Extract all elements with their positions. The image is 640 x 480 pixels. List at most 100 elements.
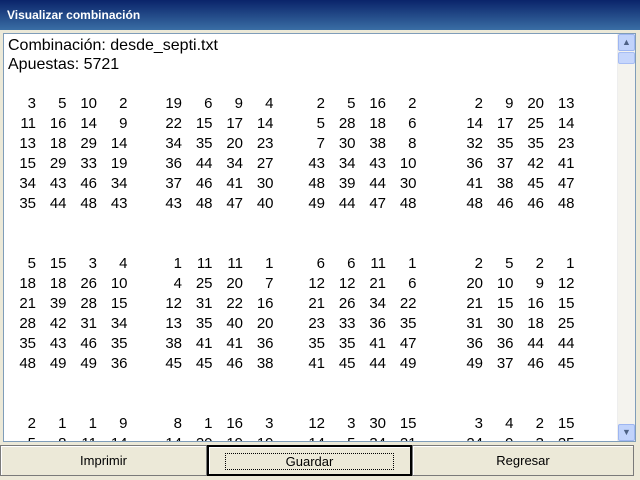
bet-number: 49 <box>399 355 417 372</box>
bet-number: 22 <box>165 115 182 132</box>
bet-number: 47 <box>369 195 386 212</box>
bet-number: 41 <box>308 355 325 372</box>
bet-number: 41 <box>226 335 243 352</box>
bet-number: 35 <box>19 335 36 352</box>
bet-number: 1 <box>58 415 67 432</box>
bet-number: 22 <box>226 295 243 312</box>
bet-number: 16 <box>226 415 243 432</box>
bet-number: 36 <box>466 155 483 172</box>
save-button[interactable]: Guardar <box>207 445 412 476</box>
bet-number: 48 <box>308 175 325 192</box>
bet-number: 9 <box>119 115 128 132</box>
bet-number: 5 <box>316 115 325 132</box>
bet-number: 44 <box>369 175 386 192</box>
bet-number: 14 <box>80 115 97 132</box>
bet-number: 34 <box>226 155 243 172</box>
bet-number: 1 <box>88 415 97 432</box>
bet-number: 11 <box>227 255 243 272</box>
bet-number: 36 <box>165 155 182 172</box>
combination-line: Combinación: desde_septi.txt <box>8 37 218 54</box>
bet-number: 14 <box>162 434 182 441</box>
bet-number: 18 <box>527 315 544 332</box>
bet-number: 35 <box>195 135 213 152</box>
bet-number: 14 <box>108 434 128 441</box>
bet-number: 17 <box>496 115 514 132</box>
bet-number: 30 <box>369 415 386 432</box>
bet-number: 18 <box>49 135 67 152</box>
bet-number: 28 <box>338 115 356 132</box>
bet-number: 35 <box>399 315 417 332</box>
bet-number: 11 <box>77 434 97 441</box>
bet-number: 2 <box>535 415 544 432</box>
bet-number: 3 <box>347 415 356 432</box>
bet-number: 41 <box>226 175 243 192</box>
bet-number: 32 <box>466 135 483 152</box>
bet-number: 46 <box>527 195 544 212</box>
bet-number: 40 <box>256 195 274 212</box>
bet-number: 15 <box>19 155 36 172</box>
bet-number: 35 <box>195 315 213 332</box>
bet-number: 34 <box>369 295 386 312</box>
bet-number: 44 <box>338 195 356 212</box>
button-bar: Imprimir Guardar Regresar <box>0 444 640 480</box>
scroll-up-button[interactable]: ▲ <box>618 34 635 51</box>
bet-number: 45 <box>338 355 356 372</box>
bet-number: 43 <box>165 195 182 212</box>
bet-number: 46 <box>226 355 243 372</box>
bet-number: 12 <box>308 275 325 292</box>
scroll-down-button[interactable]: ▼ <box>618 424 635 441</box>
bet-number: 13 <box>19 135 36 152</box>
bet-number: 12 <box>308 415 325 432</box>
bet-number: 35 <box>110 335 128 352</box>
bet-number: 40 <box>226 315 243 332</box>
bet-number: 44 <box>557 335 575 352</box>
bet-number: 46 <box>496 195 514 212</box>
bet-number: 49 <box>466 355 483 372</box>
bet-number: 15 <box>557 415 575 432</box>
print-button[interactable]: Imprimir <box>0 445 207 476</box>
bet-number: 19 <box>110 155 128 172</box>
bet-number: 48 <box>195 195 213 212</box>
bet-number: 43 <box>369 155 386 172</box>
print-button-label: Imprimir <box>80 453 127 468</box>
bet-number: 49 <box>80 355 97 372</box>
bet-number: 4 <box>119 255 128 272</box>
bet-number: 4 <box>505 415 514 432</box>
bet-number: 17 <box>226 115 243 132</box>
bet-number: 47 <box>557 175 575 192</box>
scroll-thumb[interactable] <box>618 52 635 64</box>
bet-number: 10 <box>80 95 97 112</box>
bet-number: 29 <box>80 135 97 152</box>
bet-number: 41 <box>466 175 483 192</box>
vertical-scrollbar[interactable]: ▲ ▼ <box>617 34 635 441</box>
bet-number: 1 <box>173 255 182 272</box>
bet-number: 21 <box>369 275 386 292</box>
bet-number: 9 <box>494 434 513 441</box>
bet-number: 20 <box>527 95 544 112</box>
back-button[interactable]: Regresar <box>412 445 634 476</box>
bet-number: 39 <box>338 175 356 192</box>
bet-number: 18 <box>49 275 67 292</box>
bet-number: 6 <box>408 115 417 132</box>
bet-number: 13 <box>557 95 575 112</box>
report-text-area[interactable]: Combinación: desde_septi.txt Apuestas: 5… <box>3 33 636 442</box>
bet-number: 26 <box>338 295 356 312</box>
bet-number: 20 <box>466 275 483 292</box>
bet-number: 1 <box>408 255 417 272</box>
bet-number: 20 <box>193 434 213 441</box>
bet-number: 25 <box>555 434 575 441</box>
bet-number: 10 <box>399 155 417 172</box>
bet-number: 1 <box>566 255 575 272</box>
bet-number: 3 <box>524 434 544 441</box>
bet-number: 35 <box>527 135 544 152</box>
bet-number: 12 <box>557 275 575 292</box>
bet-number: 7 <box>265 275 274 292</box>
bet-number: 14 <box>466 115 483 132</box>
bet-number: 4 <box>173 275 182 292</box>
bet-number: 41 <box>369 335 386 352</box>
bet-number: 22 <box>399 295 417 312</box>
bet-number: 30 <box>338 135 356 152</box>
bet-number: 36 <box>110 355 128 372</box>
bet-number: 24 <box>463 434 483 441</box>
bet-number: 2 <box>27 415 36 432</box>
